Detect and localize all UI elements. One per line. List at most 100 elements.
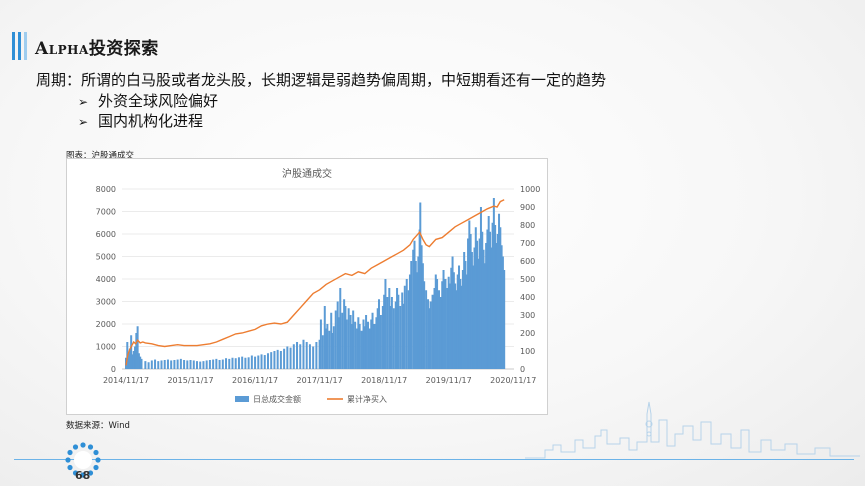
data-source: 数据来源：Wind xyxy=(66,421,130,431)
page-number: 68 xyxy=(75,469,91,482)
bar xyxy=(266,353,269,369)
bar xyxy=(199,361,202,369)
bar xyxy=(205,360,208,369)
bar xyxy=(208,360,211,369)
bar xyxy=(438,290,441,369)
chart-svg: 沪股通成交 0 1000 2000 3000 4000 5000 6000 7000 8000 0 1… xyxy=(96,167,541,404)
bar xyxy=(234,358,237,369)
bar xyxy=(352,310,355,369)
bar xyxy=(347,308,350,369)
x-tick-label: 2017/11/17 xyxy=(297,376,343,385)
y-left-tick-label: 6000 xyxy=(96,230,116,239)
y-right-tick-label: 600 xyxy=(520,257,535,266)
bar xyxy=(289,347,292,369)
bar xyxy=(425,290,428,369)
y-right-tick-label: 100 xyxy=(520,347,535,356)
bar xyxy=(341,312,344,369)
y-left-tick-label: 0 xyxy=(111,365,116,374)
y-right-tick-label: 500 xyxy=(520,275,535,284)
bar xyxy=(279,351,282,369)
bar xyxy=(319,319,322,369)
x-tick-label: 2020/11/17 xyxy=(490,376,536,385)
x-tick-label: 2015/11/17 xyxy=(167,376,213,385)
bar xyxy=(367,321,370,369)
bar xyxy=(328,330,331,369)
bar xyxy=(302,339,305,369)
title-accent-bars xyxy=(12,32,30,60)
bar xyxy=(386,297,389,369)
y-left-tick-label: 2000 xyxy=(96,320,116,329)
bar xyxy=(299,344,302,369)
bar xyxy=(397,294,400,369)
chart-title: 沪股通成交 xyxy=(282,167,332,180)
bar xyxy=(384,279,387,369)
bar xyxy=(160,360,163,369)
bar xyxy=(339,288,342,369)
bar xyxy=(503,270,506,369)
bar xyxy=(250,355,253,369)
headline-text: 周期：所谓的白马股或者龙头股，长期逻辑是弱趋势偏周期，中短期看还有一定的趋势 xyxy=(36,71,607,89)
bar xyxy=(186,360,189,369)
x-tick-label: 2016/11/17 xyxy=(232,376,278,385)
bar xyxy=(228,358,231,369)
bar xyxy=(410,261,413,369)
y-right-tick-label: 900 xyxy=(520,203,535,212)
bar xyxy=(321,335,324,369)
y-right-tick-label: 400 xyxy=(520,293,535,302)
bar xyxy=(431,294,434,369)
bar xyxy=(444,279,447,369)
bar xyxy=(332,326,335,369)
bar xyxy=(429,301,432,369)
y-right-tick-label: 800 xyxy=(520,221,535,230)
bar xyxy=(283,348,286,369)
bar xyxy=(237,357,240,369)
bar xyxy=(354,321,357,369)
bar xyxy=(170,360,173,369)
bar xyxy=(257,355,260,369)
y-right-tick-label: 700 xyxy=(520,239,535,248)
y-left-tick-label: 1000 xyxy=(96,343,116,352)
arrow-bullet-icon: ➢ xyxy=(78,115,89,129)
bar xyxy=(195,361,198,369)
bar xyxy=(296,342,299,369)
bar xyxy=(305,342,308,369)
bar xyxy=(254,356,257,369)
bar xyxy=(140,358,143,369)
y-left-tick-label: 8000 xyxy=(96,185,116,194)
bar xyxy=(273,351,276,369)
bar xyxy=(263,355,266,369)
x-tick-label: 2014/11/17 xyxy=(103,376,149,385)
y-left-tick-label: 7000 xyxy=(96,208,116,217)
bar xyxy=(173,360,176,369)
bar xyxy=(442,270,445,369)
bar xyxy=(147,362,150,369)
bar xyxy=(315,342,318,369)
bar xyxy=(144,361,147,369)
bullet-item: ➢ 外资全球风险偏好 xyxy=(78,90,218,111)
bar xyxy=(403,285,406,369)
legend-label-line: 累计净买入 xyxy=(347,394,387,404)
bar xyxy=(221,359,224,369)
arrow-bullet-icon: ➢ xyxy=(78,95,89,109)
bar xyxy=(157,361,160,369)
bar xyxy=(218,360,221,369)
title-suffix: 投资探索 xyxy=(88,39,159,59)
bar xyxy=(247,357,250,369)
bar xyxy=(358,324,361,369)
y-left-tick-label: 4000 xyxy=(96,275,116,284)
bar xyxy=(286,346,289,369)
x-tick-label: 2019/11/17 xyxy=(426,376,472,385)
y-right-tick-label: 0 xyxy=(520,365,525,374)
bar xyxy=(244,357,247,369)
bar xyxy=(423,281,426,369)
title-prefix: Alpha xyxy=(35,39,89,59)
bar xyxy=(166,359,169,369)
bar xyxy=(270,352,273,369)
page-title: Alpha投资探索 xyxy=(35,34,159,59)
bullet-text: 国内机构化进程 xyxy=(98,112,204,130)
bar xyxy=(392,308,395,369)
y-left-tick-label: 5000 xyxy=(96,253,116,262)
bar xyxy=(360,330,363,369)
bar xyxy=(215,358,218,369)
bar xyxy=(436,279,439,369)
